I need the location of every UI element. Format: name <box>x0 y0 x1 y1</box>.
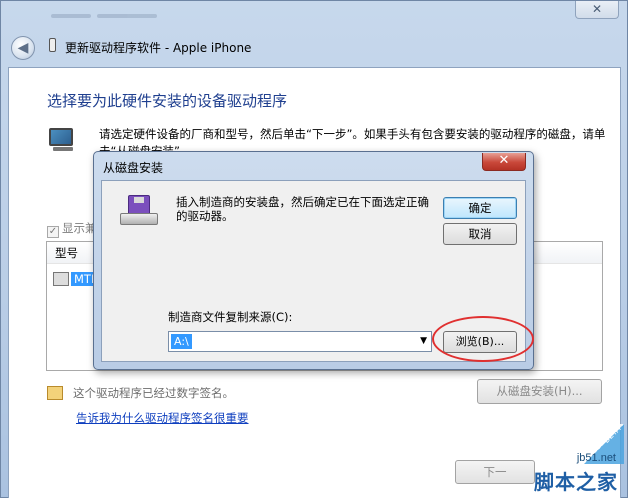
cancel-button[interactable]: 取消 <box>443 223 517 245</box>
floppy-disk-icon <box>120 195 160 227</box>
ok-button[interactable]: 确定 <box>443 197 517 219</box>
checkbox-checked-icon[interactable]: ✓ <box>47 226 59 238</box>
signature-info-link[interactable]: 告诉我为什么驱动程序签名很重要 <box>76 410 249 426</box>
source-path-combobox[interactable]: A:\ ▼ <box>168 331 432 352</box>
browse-highlight-circle <box>432 316 534 362</box>
show-compatible-checkbox[interactable]: ✓ 显示兼 <box>47 220 97 238</box>
driver-icon <box>53 272 69 286</box>
dialog-title: 从磁盘安装 <box>103 161 164 175</box>
window-close-button[interactable]: ✕ <box>575 1 619 19</box>
source-path-value[interactable]: A:\ <box>171 334 192 349</box>
source-path-label: 制造商文件复制来源(C): <box>168 310 293 324</box>
signature-text: 这个驱动程序已经过数字签名。 <box>73 386 234 400</box>
background-window-ghost <box>51 7 201 27</box>
signature-status: 这个驱动程序已经过数字签名。 <box>47 385 234 401</box>
page-heading: 选择要为此硬件安装的设备驱动程序 <box>47 92 288 110</box>
back-arrow-icon[interactable]: ◀ <box>11 36 35 60</box>
hardware-monitor-icon <box>47 126 77 152</box>
dialog-message: 插入制造商的安装盘，然后确定已在下面选定正确的驱动器。 <box>176 195 429 223</box>
show-compatible-label: 显示兼 <box>62 221 97 235</box>
watermark-name: 脚本之家 <box>534 470 618 494</box>
signed-driver-icon <box>47 386 63 400</box>
watermark: BETA jb51.net 脚本之家 <box>464 424 624 494</box>
window-title: 更新驱动程序软件 - Apple iPhone <box>65 41 252 55</box>
have-disk-button[interactable]: 从磁盘安装(H)... <box>477 379 602 404</box>
iphone-icon <box>49 38 56 52</box>
chevron-down-icon[interactable]: ▼ <box>420 336 427 346</box>
dialog-close-button[interactable]: ✕ <box>482 153 526 171</box>
watermark-site: jb51.net <box>576 452 616 464</box>
